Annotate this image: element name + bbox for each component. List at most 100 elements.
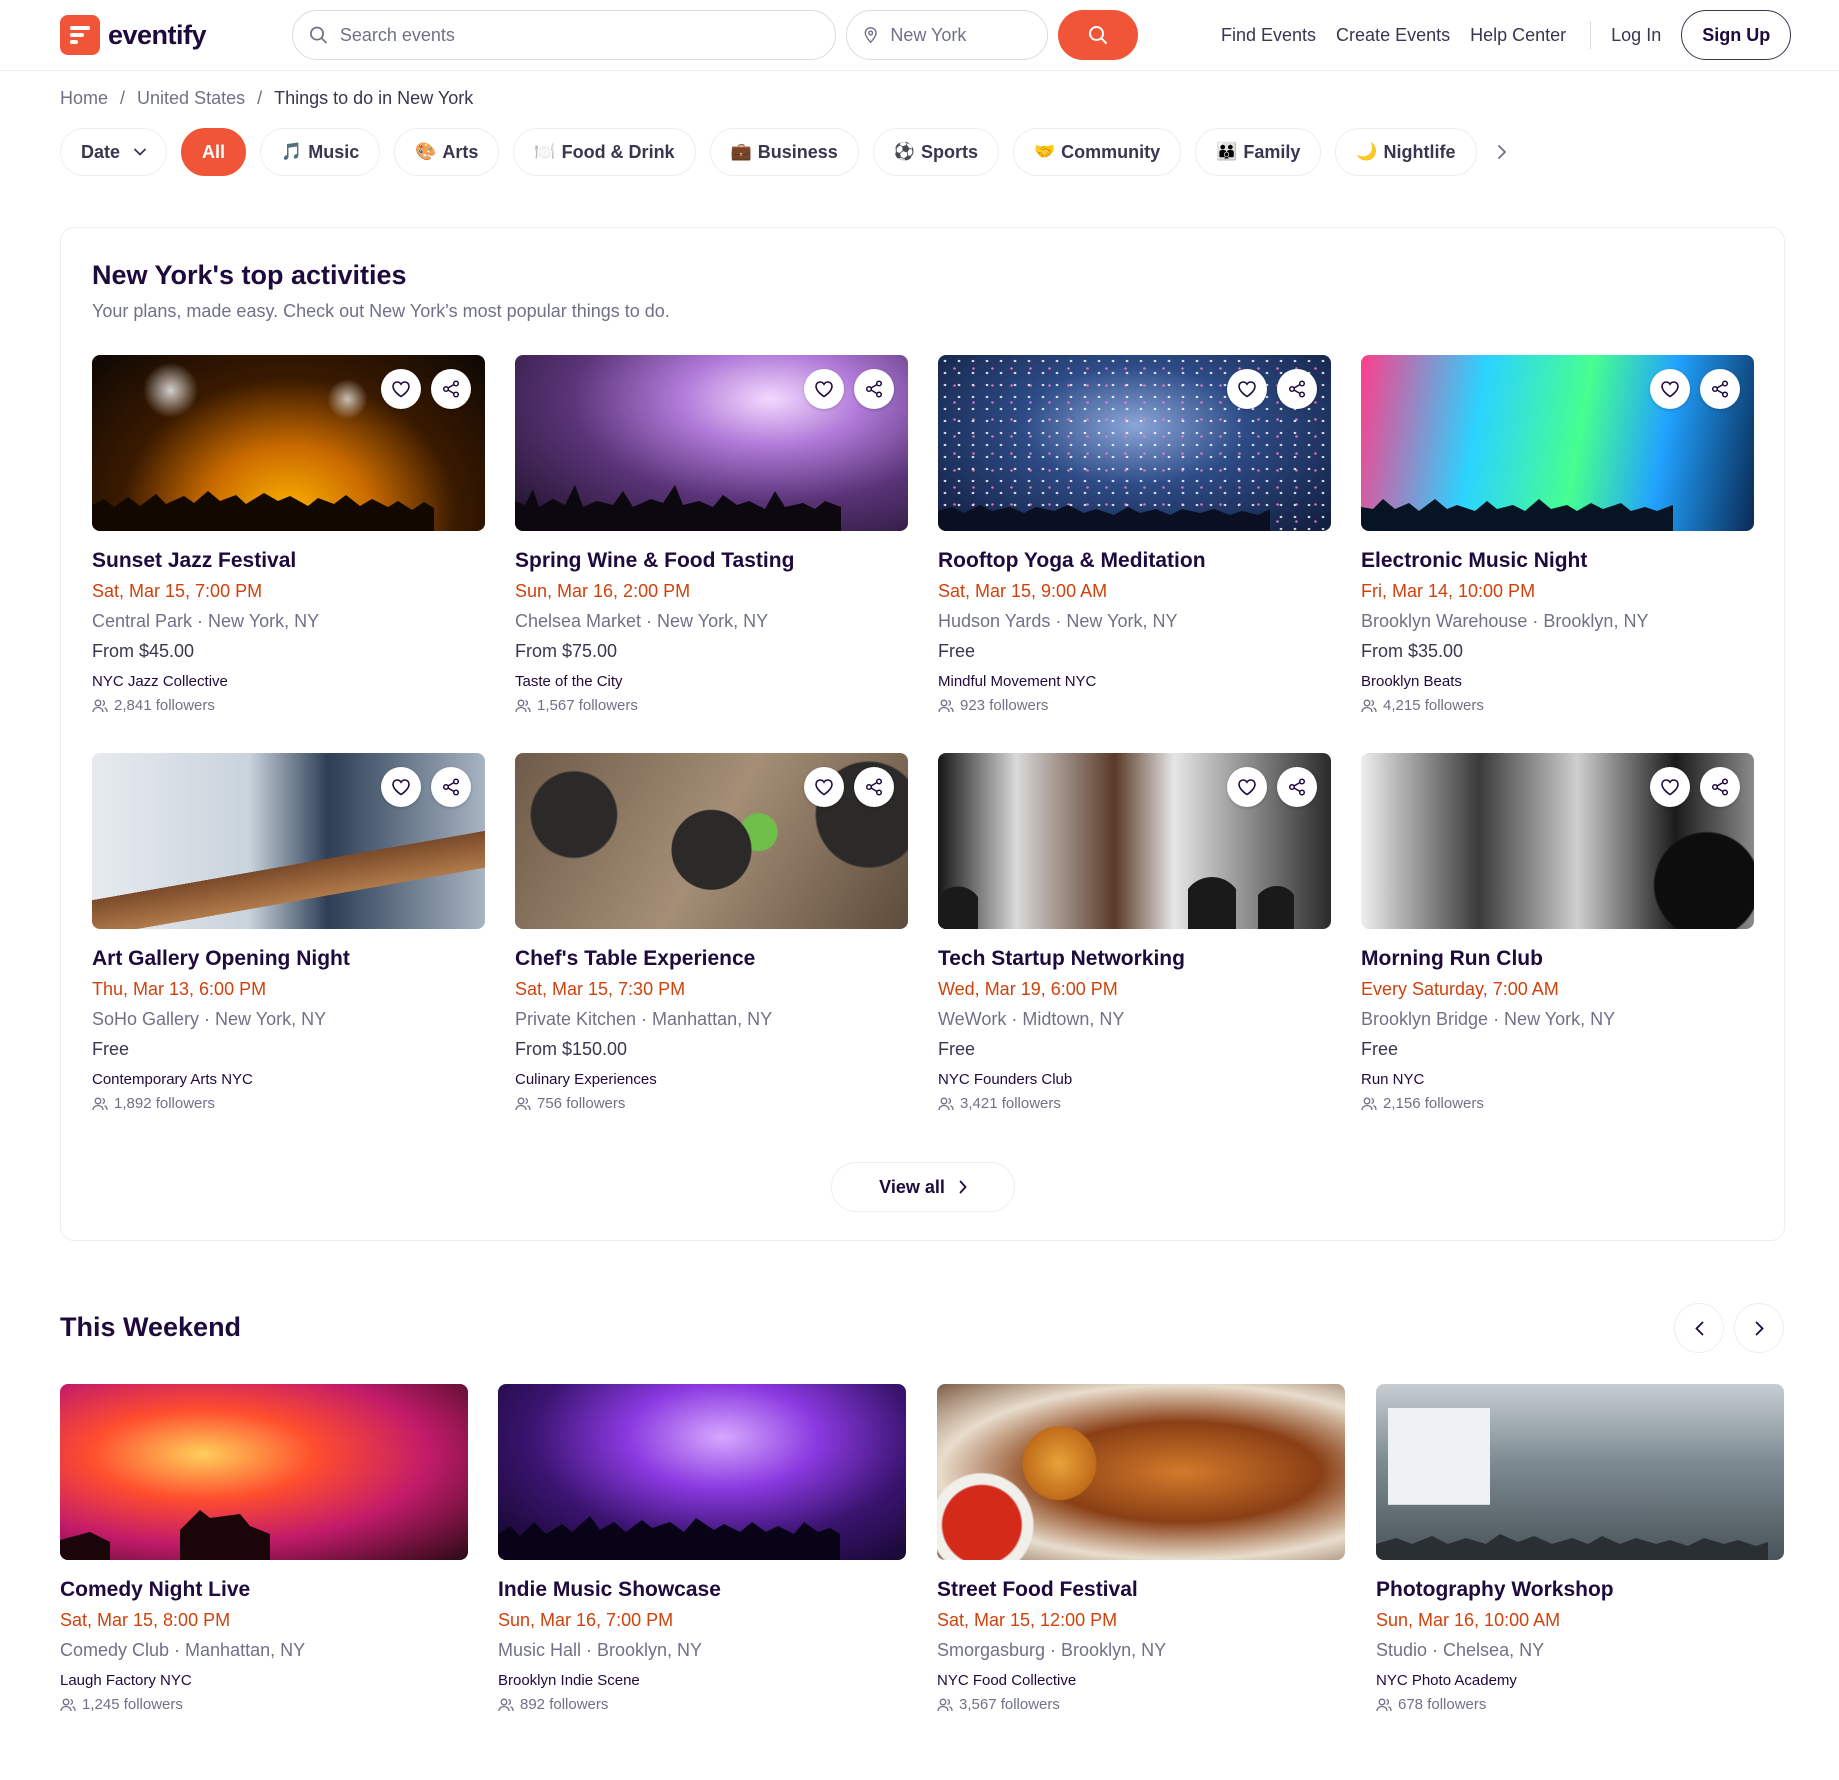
event-title[interactable]: Electronic Music Night (1361, 549, 1754, 573)
share-icon[interactable] (854, 369, 894, 409)
event-title[interactable]: Sunset Jazz Festival (92, 549, 485, 573)
event-image[interactable] (515, 753, 908, 929)
event-organizer[interactable]: Run NYC (1361, 1071, 1754, 1088)
event-organizer[interactable]: NYC Jazz Collective (92, 673, 485, 690)
chip-family[interactable]: 👪 Family (1195, 128, 1322, 176)
event-organizer[interactable]: Contemporary Arts NYC (92, 1071, 485, 1088)
nav-find-events[interactable]: Find Events (1221, 25, 1316, 46)
event-organizer[interactable]: NYC Food Collective (937, 1672, 1345, 1689)
event-card[interactable]: Comedy Night Live Sat, Mar 15, 8:00 PM C… (60, 1384, 468, 1713)
chevron-right-icon[interactable] (1497, 144, 1507, 160)
event-image[interactable] (498, 1384, 906, 1560)
event-image[interactable] (515, 355, 908, 531)
chip-nightlife[interactable]: 🌙 Nightlife (1335, 128, 1477, 176)
event-image[interactable] (938, 355, 1331, 531)
event-image[interactable] (60, 1384, 468, 1560)
event-organizer[interactable]: Laugh Factory NYC (60, 1672, 468, 1689)
carousel-prev-button[interactable] (1674, 1303, 1724, 1353)
event-title[interactable]: Rooftop Yoga & Meditation (938, 549, 1331, 573)
chip-business[interactable]: 💼 Business (709, 128, 859, 176)
organizer-followers: 1,892 followers (92, 1095, 485, 1112)
like-heart-icon[interactable] (381, 767, 421, 807)
event-organizer[interactable]: Brooklyn Indie Scene (498, 1672, 906, 1689)
event-organizer[interactable]: Mindful Movement NYC (938, 673, 1331, 690)
chip-arts[interactable]: 🎨 Arts (394, 128, 500, 176)
chip-music[interactable]: 🎵 Music (260, 128, 381, 176)
nav-create-events[interactable]: Create Events (1336, 25, 1450, 46)
handshake-icon: 🤝 (1033, 142, 1056, 161)
event-title[interactable]: Comedy Night Live (60, 1578, 468, 1602)
chip-sports[interactable]: ⚽ Sports (872, 128, 999, 176)
like-heart-icon[interactable] (1227, 369, 1267, 409)
card-actions (371, 767, 471, 807)
event-card[interactable]: Rooftop Yoga & Meditation Sat, Mar 15, 9… (938, 355, 1331, 714)
event-title[interactable]: Spring Wine & Food Tasting (515, 549, 908, 573)
breadcrumb-country[interactable]: United States (137, 88, 245, 109)
nav-help-center[interactable]: Help Center (1470, 25, 1566, 46)
like-heart-icon[interactable] (804, 767, 844, 807)
share-icon[interactable] (1277, 767, 1317, 807)
search-box[interactable] (292, 10, 836, 60)
event-organizer[interactable]: Brooklyn Beats (1361, 673, 1754, 690)
event-image[interactable] (937, 1384, 1345, 1560)
event-image[interactable] (1361, 753, 1754, 929)
event-image[interactable] (938, 753, 1331, 929)
like-heart-icon[interactable] (1650, 369, 1690, 409)
chip-all[interactable]: All (181, 128, 247, 176)
search-input[interactable] (339, 24, 835, 46)
event-title[interactable]: Chef's Table Experience (515, 947, 908, 971)
view-all-button[interactable]: View all (831, 1162, 1015, 1212)
share-icon[interactable] (1277, 369, 1317, 409)
event-card[interactable]: Art Gallery Opening Night Thu, Mar 13, 6… (92, 753, 485, 1112)
event-organizer[interactable]: NYC Founders Club (938, 1071, 1331, 1088)
share-icon[interactable] (854, 767, 894, 807)
chip-food-drink[interactable]: 🍽️ Food & Drink (513, 128, 696, 176)
event-card[interactable]: Electronic Music Night Fri, Mar 14, 10:0… (1361, 355, 1754, 714)
event-card[interactable]: Morning Run Club Every Saturday, 7:00 AM… (1361, 753, 1754, 1112)
organizer-followers: 678 followers (1376, 1696, 1784, 1713)
share-icon[interactable] (1700, 767, 1740, 807)
event-organizer[interactable]: Culinary Experiences (515, 1071, 908, 1088)
event-card[interactable]: Sunset Jazz Festival Sat, Mar 15, 7:00 P… (92, 355, 485, 714)
event-title[interactable]: Art Gallery Opening Night (92, 947, 485, 971)
event-image[interactable] (92, 355, 485, 531)
event-title[interactable]: Indie Music Showcase (498, 1578, 906, 1602)
event-location: Music Hall · Brooklyn, NY (498, 1640, 703, 1660)
event-card[interactable]: Street Food Festival Sat, Mar 15, 12:00 … (937, 1384, 1345, 1713)
share-icon[interactable] (431, 767, 471, 807)
breadcrumb-home[interactable]: Home (60, 88, 108, 109)
search-button[interactable] (1058, 10, 1138, 60)
event-image[interactable] (92, 753, 485, 929)
location-box[interactable] (846, 10, 1048, 60)
event-title[interactable]: Photography Workshop (1376, 1578, 1784, 1602)
event-organizer[interactable]: NYC Photo Academy (1376, 1672, 1784, 1689)
brand-logo[interactable]: eventify (60, 15, 207, 55)
chip-community[interactable]: 🤝 Community (1012, 128, 1182, 176)
event-title[interactable]: Tech Startup Networking (938, 947, 1331, 971)
event-price: Free (1361, 1039, 1399, 1059)
event-card[interactable]: Tech Startup Networking Wed, Mar 19, 6:0… (938, 753, 1331, 1112)
event-image[interactable] (1361, 355, 1754, 531)
carousel-next-button[interactable] (1734, 1303, 1784, 1353)
event-title[interactable]: Morning Run Club (1361, 947, 1754, 971)
share-icon[interactable] (1700, 369, 1740, 409)
event-title[interactable]: Street Food Festival (937, 1578, 1345, 1602)
like-heart-icon[interactable] (1227, 767, 1267, 807)
event-card[interactable]: Chef's Table Experience Sat, Mar 15, 7:3… (515, 753, 908, 1112)
event-image[interactable] (1376, 1384, 1784, 1560)
event-card[interactable]: Spring Wine & Food Tasting Sun, Mar 16, … (515, 355, 908, 714)
event-card[interactable]: Indie Music Showcase Sun, Mar 16, 7:00 P… (498, 1384, 906, 1713)
date-filter-dropdown[interactable]: Date (60, 128, 168, 176)
like-heart-icon[interactable] (804, 369, 844, 409)
login-link[interactable]: Log In (1611, 25, 1661, 46)
people-icon (938, 699, 954, 712)
event-card[interactable]: Photography Workshop Sun, Mar 16, 10:00 … (1376, 1384, 1784, 1713)
location-input[interactable] (890, 24, 1047, 46)
share-icon[interactable] (431, 369, 471, 409)
like-heart-icon[interactable] (1650, 767, 1690, 807)
signup-button[interactable]: Sign Up (1681, 10, 1792, 60)
followers-count: 892 followers (520, 1696, 609, 1713)
like-heart-icon[interactable] (381, 369, 421, 409)
event-location: SoHo Gallery · New York, NY (92, 1009, 327, 1029)
event-organizer[interactable]: Taste of the City (515, 673, 908, 690)
